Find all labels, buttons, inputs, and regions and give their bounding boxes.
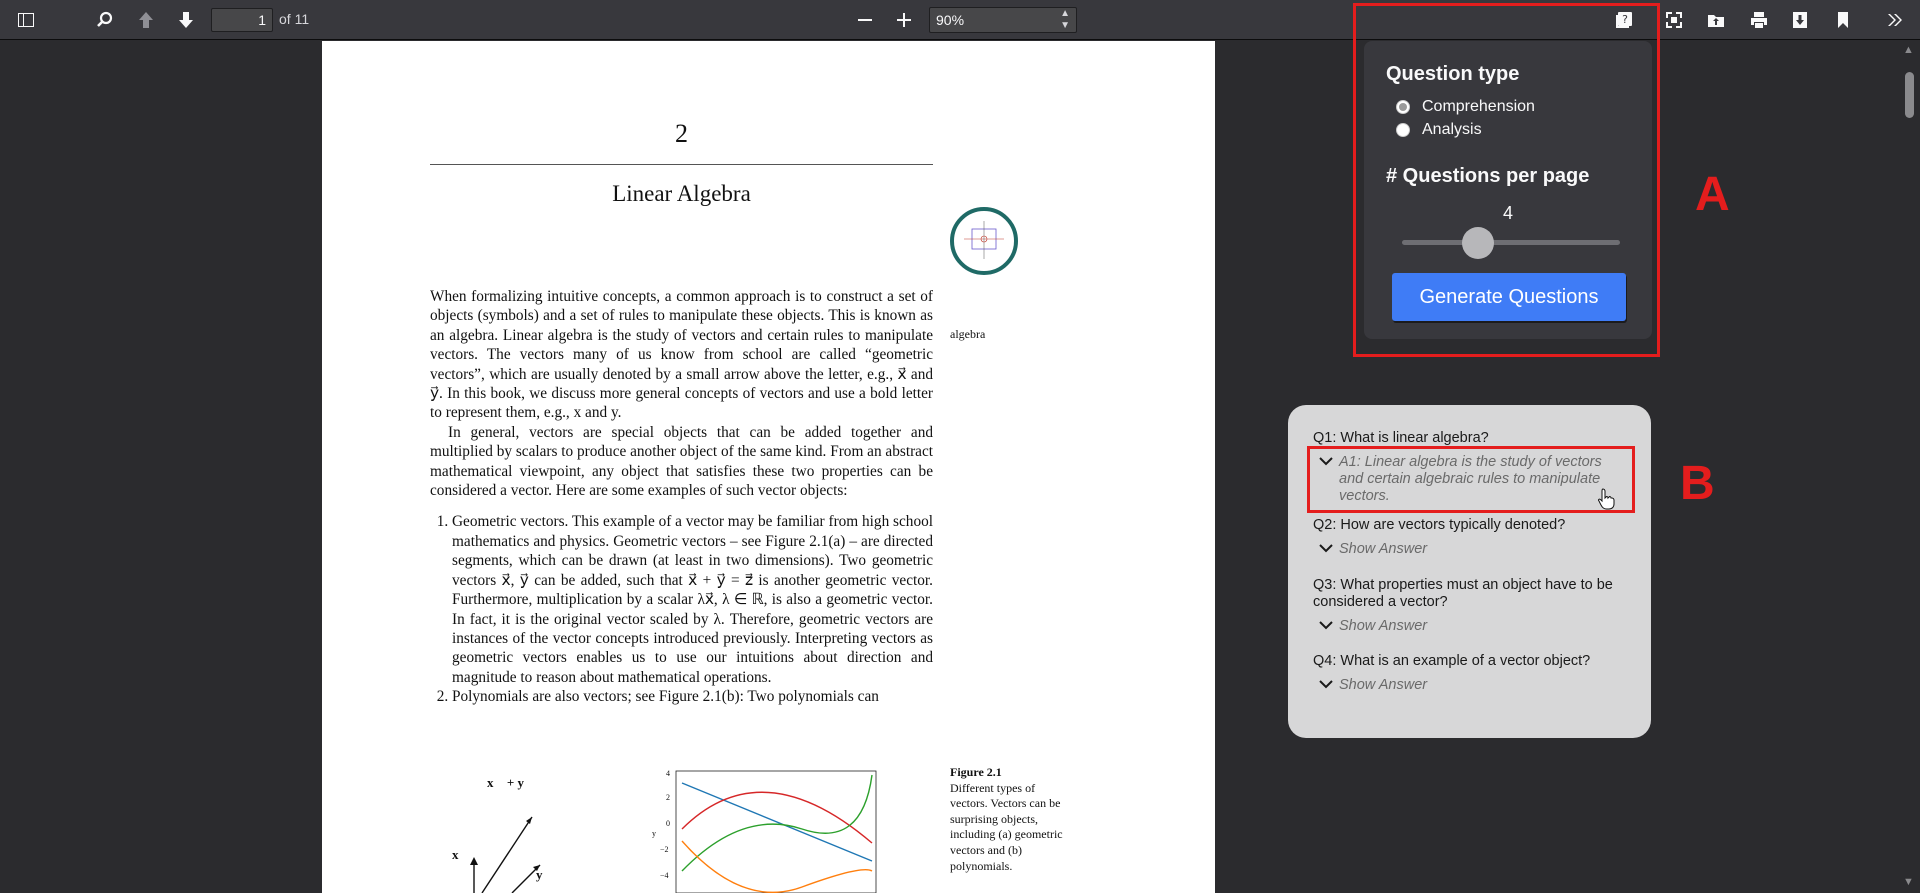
show-answer-link: Show Answer <box>1339 677 1428 693</box>
answer-toggle[interactable]: Show Answer <box>1319 541 1619 558</box>
tick-label: 2 <box>666 793 670 802</box>
annotation-box-a <box>1353 3 1660 357</box>
axis-label: y <box>652 829 656 838</box>
tick-label: 4 <box>666 769 670 778</box>
pdf-page: 2 Linear Algebra algebra When formalizin… <box>322 41 1215 893</box>
question-text: Q1: What is linear algebra? <box>1313 430 1489 446</box>
margin-note: algebra <box>950 327 986 341</box>
tick-label: −2 <box>660 845 669 854</box>
next-page-icon[interactable] <box>174 8 198 32</box>
figure-polynomials: 4 2 0 −2 −4 y <box>652 769 912 893</box>
figure-number: Figure 2.1 <box>950 765 1002 779</box>
zoom-in-icon[interactable] <box>892 8 916 32</box>
chevron-down-icon <box>1319 621 1333 630</box>
answer-toggle[interactable]: Show Answer <box>1319 677 1619 694</box>
annotation-label-b: B <box>1680 457 1715 510</box>
print-icon[interactable] <box>1747 8 1771 32</box>
presentation-mode-icon[interactable] <box>1662 8 1686 32</box>
answer-toggle[interactable]: Show Answer <box>1319 618 1619 635</box>
zoom-value: 90% <box>936 12 965 28</box>
sidebar-toggle-icon[interactable] <box>14 8 38 32</box>
tick-label: −4 <box>660 871 669 880</box>
select-arrows-icon: ▲ ▼ <box>1060 8 1070 31</box>
open-file-icon[interactable] <box>1704 8 1728 32</box>
scrollbar[interactable] <box>1900 41 1920 893</box>
annotation-box-b <box>1307 446 1635 513</box>
figure-caption: Figure 2.1 Different types of vectors. V… <box>950 765 1070 874</box>
paragraph: In general, vectors are special objects … <box>430 423 933 500</box>
scroll-down-icon[interactable]: ▼ <box>1903 876 1914 888</box>
zoom-out-icon[interactable] <box>853 8 877 32</box>
search-icon[interactable] <box>93 8 117 32</box>
download-icon[interactable] <box>1788 8 1812 32</box>
list-item: Geometric vectors. This example of a vec… <box>452 512 933 687</box>
paragraph: When formalizing intuitive concepts, a c… <box>430 288 933 422</box>
annotation-label-a: A <box>1695 168 1730 221</box>
hand-cursor-icon <box>1598 488 1615 510</box>
chevron-down-icon <box>1319 680 1333 689</box>
question-text: Q4: What is an example of a vector objec… <box>1313 653 1591 669</box>
figure-geometric-vectors: x⃗ + y⃗ x⃗ y⃗ <box>442 769 602 893</box>
scrollbar-thumb[interactable] <box>1905 72 1914 118</box>
figure-label: y⃗ <box>536 867 553 882</box>
chapter-rule <box>430 164 933 165</box>
scroll-up-icon[interactable]: ▲ <box>1903 44 1914 56</box>
chapter-mindmap-icon <box>950 207 1018 275</box>
example-list: Geometric vectors. This example of a vec… <box>430 512 933 706</box>
bookmark-icon[interactable] <box>1831 8 1855 32</box>
figure-label: x⃗ + y⃗ <box>487 775 535 790</box>
zoom-select[interactable]: 90% ▲ ▼ <box>929 7 1077 33</box>
figure-caption-text: Different types of vectors. Vectors can … <box>950 780 1063 873</box>
tick-label: 0 <box>666 819 670 828</box>
page-number-input[interactable]: 1 <box>211 8 273 32</box>
show-answer-link: Show Answer <box>1339 541 1428 557</box>
question-text: Q3: What properties must an object have … <box>1313 577 1613 610</box>
chapter-number: 2 <box>675 119 688 148</box>
chevron-down-icon <box>1319 544 1333 553</box>
question-text: Q2: How are vectors typically denoted? <box>1313 517 1566 533</box>
body-text: When formalizing intuitive concepts, a c… <box>430 287 933 707</box>
figure-label: x⃗ <box>452 847 469 862</box>
page-count: of 11 <box>279 11 310 27</box>
list-item: Polynomials are also vectors; see Figure… <box>452 687 933 706</box>
tools-menu-icon[interactable] <box>1883 8 1907 32</box>
chapter-title: Linear Algebra <box>612 181 751 206</box>
show-answer-link: Show Answer <box>1339 618 1428 634</box>
previous-page-icon[interactable] <box>134 8 158 32</box>
